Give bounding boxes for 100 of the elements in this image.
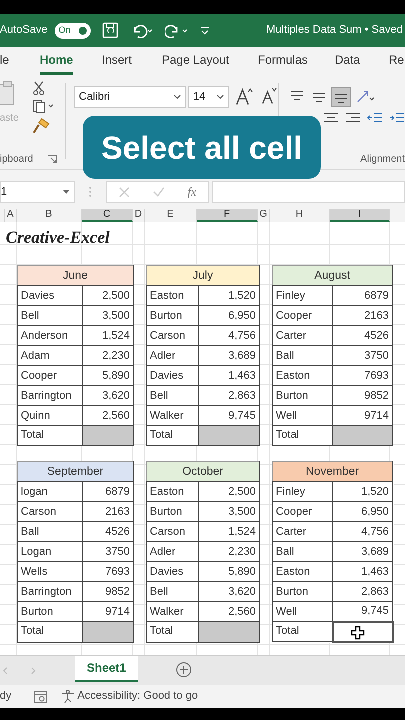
table-cell: Burton: [272, 582, 333, 602]
insert-function-button[interactable]: fx: [188, 183, 196, 201]
caption-banner: Select all cell: [83, 116, 321, 179]
autosave-toggle[interactable]: On: [54, 22, 91, 38]
increase-font-icon[interactable]: [235, 87, 255, 107]
customize-icon[interactable]: [200, 26, 209, 34]
macro-recorder-icon[interactable]: [34, 690, 47, 702]
formula-input[interactable]: [212, 181, 405, 203]
month-header: July: [146, 266, 260, 286]
table-cell: Carter: [272, 326, 333, 346]
table-cell: 3,689: [198, 346, 260, 366]
table-cell: Carson: [146, 326, 198, 346]
group-label: Alignment: [360, 153, 405, 167]
decrease-indent-icon[interactable]: [367, 113, 383, 125]
table-cell: 5,890: [82, 366, 134, 386]
month-header: October: [146, 462, 260, 482]
table-cell: 5,890: [198, 562, 260, 582]
dialog-launcher-icon[interactable]: [48, 155, 58, 164]
total-cell[interactable]: [82, 426, 134, 446]
table-cell: Davies: [146, 366, 198, 386]
redo-icon[interactable]: [164, 22, 189, 38]
add-sheet-icon[interactable]: [176, 662, 192, 678]
format-painter-icon[interactable]: [32, 118, 51, 134]
table-cell: 3,500: [82, 306, 134, 326]
table-cell: Adler: [146, 542, 199, 562]
table-cell: Finley: [272, 286, 333, 306]
autosave-label: AutoSave: [0, 23, 48, 38]
table-cell: Cooper: [272, 502, 333, 522]
table-cell: 4,756: [198, 326, 260, 346]
font-name-dropdown[interactable]: Calibri: [74, 86, 186, 108]
align-bottom-button[interactable]: [331, 87, 351, 107]
font-size-dropdown[interactable]: 14: [188, 86, 230, 108]
table-cell: Easton: [272, 366, 333, 386]
table-cell: Burton: [146, 306, 198, 326]
table-cell: Carson: [18, 502, 82, 522]
name-box[interactable]: 1: [0, 181, 75, 203]
table-cell: 1,524: [82, 326, 134, 346]
table-cell: Walker: [146, 602, 199, 622]
scissors-icon[interactable]: [32, 81, 45, 96]
table-cell: Bell: [18, 306, 82, 326]
table-cell: Carson: [146, 522, 199, 542]
ribbon-tab[interactable]: le: [0, 47, 10, 75]
table-cell: Well: [272, 602, 333, 622]
copy-icon[interactable]: [32, 100, 55, 114]
increase-indent-icon[interactable]: [389, 113, 405, 125]
table-cell: Total: [18, 622, 82, 642]
table-cell: Logan: [18, 542, 82, 562]
month-header: August: [272, 266, 393, 286]
save-icon[interactable]: [102, 22, 119, 39]
total-cell[interactable]: [82, 622, 134, 642]
align-center-icon[interactable]: [323, 113, 339, 125]
table-cell: Total: [272, 426, 333, 446]
column-header[interactable]: C: [82, 209, 133, 222]
table-cell: Barrington: [18, 582, 82, 602]
table-cell: 3,500: [198, 502, 260, 522]
table-cell: 6,950: [198, 306, 260, 326]
drag-handle-icon[interactable]: [89, 186, 92, 198]
caret-icon: [217, 95, 224, 99]
table-cell: 3750: [332, 346, 393, 366]
table-cell: Adler: [146, 346, 198, 366]
table-cell: Cooper: [18, 366, 82, 386]
table-cell: 3,620: [198, 582, 260, 602]
table-cell: 6,950: [332, 502, 393, 522]
table-cell: 2163: [82, 502, 134, 522]
align-right-icon[interactable]: [345, 113, 361, 125]
table-cell: Easton: [146, 286, 198, 306]
ribbon-tab[interactable]: Formulas: [258, 47, 308, 75]
ribbon-tab[interactable]: Re: [389, 47, 404, 75]
paste-label: aste: [0, 112, 19, 126]
column-header[interactable]: I: [330, 209, 390, 222]
table-cell: 6879: [332, 286, 393, 306]
table-cell: Burton: [18, 602, 82, 622]
lines-icon: [291, 91, 303, 100]
status-text: dy: [0, 689, 12, 704]
decrease-font-icon[interactable]: [260, 86, 278, 106]
total-cell[interactable]: [198, 622, 260, 642]
ribbon-tab[interactable]: Page Layout: [162, 47, 230, 75]
table-cell: 1,520: [198, 286, 260, 306]
accessibility-icon[interactable]: [60, 690, 75, 703]
table-cell: 2,863: [198, 386, 260, 406]
table-cell: Carter: [272, 522, 333, 542]
column-header[interactable]: F: [197, 209, 258, 222]
sheet-tab[interactable]: Sheet1: [75, 656, 138, 682]
table-cell: 7693: [82, 562, 134, 582]
table-cell: 2,230: [198, 542, 260, 562]
total-cell[interactable]: [332, 426, 393, 446]
table-cell: 2,500: [82, 286, 134, 306]
table-cell: Total: [146, 622, 199, 642]
table-cell: 1,520: [332, 482, 393, 502]
total-cell[interactable]: [198, 426, 260, 446]
table-cell: Ball: [18, 522, 82, 542]
total-cell[interactable]: [332, 622, 393, 642]
caret-icon: [174, 95, 182, 99]
ribbon-tab[interactable]: Insert: [102, 47, 132, 75]
table-cell: Burton: [146, 502, 199, 522]
accessibility-status[interactable]: Accessibility: Good to go: [78, 688, 198, 705]
ribbon-tab[interactable]: Data: [335, 47, 360, 75]
table-cell: 2,230: [82, 346, 134, 366]
table-cell: Walker: [146, 406, 198, 426]
table-cell: Bell: [146, 386, 198, 406]
